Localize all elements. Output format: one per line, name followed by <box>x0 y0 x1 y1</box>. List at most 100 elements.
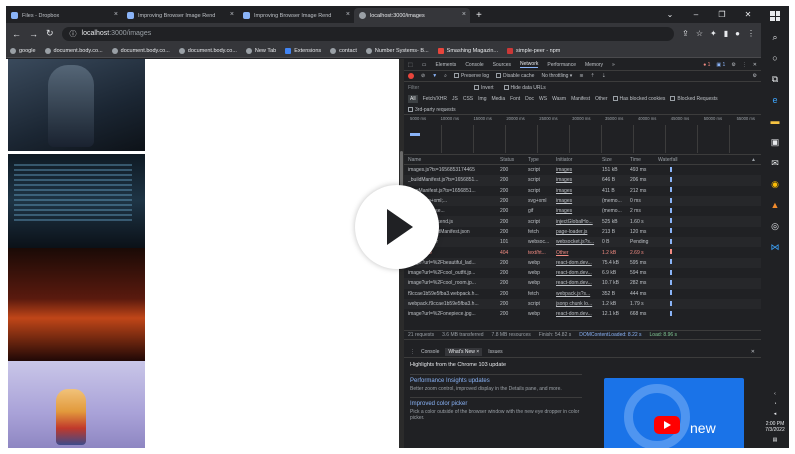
request-row[interactable]: f9ccae1b59e5fba3.webpack.h... 200 fetch web… <box>404 289 761 299</box>
sidepanel-icon[interactable]: ▮ <box>724 29 728 38</box>
kebab-menu-icon[interactable]: ⋮ <box>742 62 747 68</box>
tab-network[interactable]: Network <box>520 61 539 68</box>
request-row[interactable]: webpack.f9ccae1b59e5fba3.h... 200 script js… <box>404 298 761 310</box>
wifi-icon[interactable]: ◔ <box>773 401 776 407</box>
close-tab-icon[interactable]: × <box>462 11 466 18</box>
drawer-menu-icon[interactable]: ⋮ <box>410 349 415 355</box>
invert-checkbox[interactable]: Invert <box>474 85 494 91</box>
browser-tab[interactable]: Files - Dropbox × <box>6 8 122 23</box>
feature-card[interactable]: Improved color picker Pick a color outsi… <box>410 397 582 421</box>
search-icon[interactable]: ⌕ <box>444 73 447 79</box>
request-initiator[interactable]: images <box>556 198 602 204</box>
column-name[interactable]: Name <box>408 157 500 163</box>
close-tab-icon[interactable]: × <box>346 11 350 18</box>
type-filter-other[interactable]: Other <box>595 96 608 102</box>
blocked-requests-checkbox[interactable]: Blocked Requests <box>670 96 718 102</box>
device-toggle-icon[interactable]: ▭ <box>422 62 427 68</box>
type-filter-ws[interactable]: WS <box>539 96 547 102</box>
back-arrow-icon[interactable]: ← <box>12 29 21 39</box>
type-filter-fetch[interactable]: Fetch/XHR <box>423 96 447 102</box>
store-icon[interactable]: ▣ <box>768 135 782 149</box>
close-tab-icon[interactable]: × <box>114 11 118 18</box>
feature-card[interactable]: Performance Insights updates Better zoom… <box>410 374 582 392</box>
request-initiator[interactable]: Other <box>556 250 602 256</box>
bookmark[interactable]: google <box>10 47 36 54</box>
request-initiator[interactable]: react-dom.dev... <box>556 280 602 286</box>
column-initiator[interactable]: Initiator <box>556 157 602 163</box>
request-row[interactable]: images.js?ts=1656853174465 200 script image… <box>404 165 761 175</box>
import-icon[interactable]: ⇡ <box>591 73 595 79</box>
whats-new-video-thumbnail[interactable]: new <box>604 378 744 448</box>
close-window-button[interactable]: ✕ <box>735 6 761 23</box>
drawer-tab-issues[interactable]: Issues <box>488 349 502 355</box>
error-count-badge[interactable]: ● 1 <box>703 62 710 68</box>
vlc-icon[interactable]: ▲ <box>768 198 782 212</box>
more-tabs-icon[interactable]: » <box>612 62 615 68</box>
new-tab-button[interactable]: + <box>476 10 482 21</box>
tray-overflow-icon[interactable]: ‹ <box>774 391 776 397</box>
request-initiator[interactable]: react-dom.dev... <box>556 270 602 276</box>
cortana-icon[interactable]: ○ <box>768 51 782 65</box>
throttling-select[interactable]: No throttling ▾ <box>541 73 572 79</box>
clear-icon[interactable]: ⊘ <box>421 73 425 79</box>
type-filter-doc[interactable]: Doc <box>525 96 534 102</box>
close-tab-icon[interactable]: × <box>230 11 234 18</box>
type-filter-font[interactable]: Font <box>510 96 520 102</box>
clock[interactable]: 2:00 PM 7/3/2022 <box>765 421 784 433</box>
type-filter-css[interactable]: CSS <box>463 96 473 102</box>
menu-icon[interactable]: ⋮ <box>747 29 755 38</box>
request-initiator[interactable]: page-loader.js <box>556 229 602 235</box>
type-filter-all[interactable]: All <box>408 95 418 103</box>
close-drawer-icon[interactable]: ✕ <box>751 349 755 355</box>
request-row[interactable]: image?url=%2Fonepiece.jpg... 200 webp react… <box>404 309 761 319</box>
tab-elements[interactable]: Elements <box>435 62 456 68</box>
blocked-cookies-checkbox[interactable]: Has blocked cookies <box>612 96 665 102</box>
request-row[interactable]: webpack.backend.js200scriptinjectGlobalH… <box>404 216 761 227</box>
type-filter-js[interactable]: JS <box>452 96 458 102</box>
mail-icon[interactable]: ✉ <box>768 156 782 170</box>
info-icon[interactable]: ⓘ <box>70 29 77 39</box>
request-row[interactable]: image/gif;base...200gifimages(memo...2 m… <box>404 206 761 216</box>
type-filter-media[interactable]: Media <box>491 96 505 102</box>
waterfall-sort-icon[interactable]: ▲ <box>751 157 756 163</box>
drawer-tab-console[interactable]: Console <box>421 349 439 355</box>
bookmark[interactable]: New Tab <box>245 47 276 54</box>
drawer-tab-whats-new[interactable]: What's New × <box>445 347 483 356</box>
bookmark[interactable]: Number Systems- B... <box>365 47 429 54</box>
column-size[interactable]: Size <box>602 157 630 163</box>
bookmark[interactable]: document.body.co... <box>178 47 237 54</box>
column-type[interactable]: Type <box>528 157 556 163</box>
filter-input[interactable]: Filter <box>408 85 464 91</box>
request-row[interactable]: image?url=%2Fbeautiful_lad... 200 webp reac… <box>404 257 761 268</box>
restore-button[interactable]: ❐ <box>709 6 735 23</box>
bookmark[interactable]: contact <box>330 47 357 54</box>
close-devtools-icon[interactable]: ✕ <box>753 62 757 68</box>
file-explorer-icon[interactable]: ▬ <box>768 114 782 128</box>
vscode-icon[interactable]: ⋈ <box>768 240 782 254</box>
request-row[interactable]: _ssgManifest.js?ts=1656851... 200 script im… <box>404 186 761 196</box>
forward-arrow-icon[interactable]: → <box>29 29 38 39</box>
task-view-icon[interactable]: ⧉ <box>768 72 782 86</box>
profile-icon[interactable]: ● <box>735 29 740 38</box>
notifications-icon[interactable]: ▤ <box>773 437 778 443</box>
wifi-icon[interactable]: ≋ <box>579 73 583 79</box>
bookmark[interactable]: Smashing Magazin... <box>437 47 498 54</box>
column-waterfall[interactable]: Waterfall <box>658 157 757 163</box>
type-filter-img[interactable]: Img <box>478 96 486 102</box>
obs-icon[interactable]: ◎ <box>768 219 782 233</box>
browser-tab-active[interactable]: localhost:3000/images × <box>354 8 470 23</box>
request-initiator[interactable]: react-dom.dev... <box>556 260 602 266</box>
request-initiator[interactable]: react-dom.dev... <box>556 311 602 317</box>
request-initiator[interactable]: webpack.js?s... <box>556 291 602 297</box>
request-row[interactable]: image?url=%2Fcool_outfit.jp... 200 webp rea… <box>404 268 761 278</box>
settings-gear-icon[interactable]: ⚙ <box>731 62 735 68</box>
tab-memory[interactable]: Memory <box>585 62 603 68</box>
hide-data-urls-checkbox[interactable]: Hide data URLs <box>503 85 546 91</box>
third-party-checkbox[interactable]: 3rd-party requests <box>408 107 456 113</box>
type-filter-wasm[interactable]: Wasm <box>552 96 566 102</box>
volume-icon[interactable]: ◂ <box>774 411 777 417</box>
request-row[interactable]: _buildManifest.js?ts=1656851... 200 script… <box>404 175 761 186</box>
edge-icon[interactable]: e <box>768 93 782 107</box>
reload-icon[interactable]: ↻ <box>46 28 54 39</box>
request-initiator[interactable]: injectGlobalHo... <box>556 219 602 225</box>
